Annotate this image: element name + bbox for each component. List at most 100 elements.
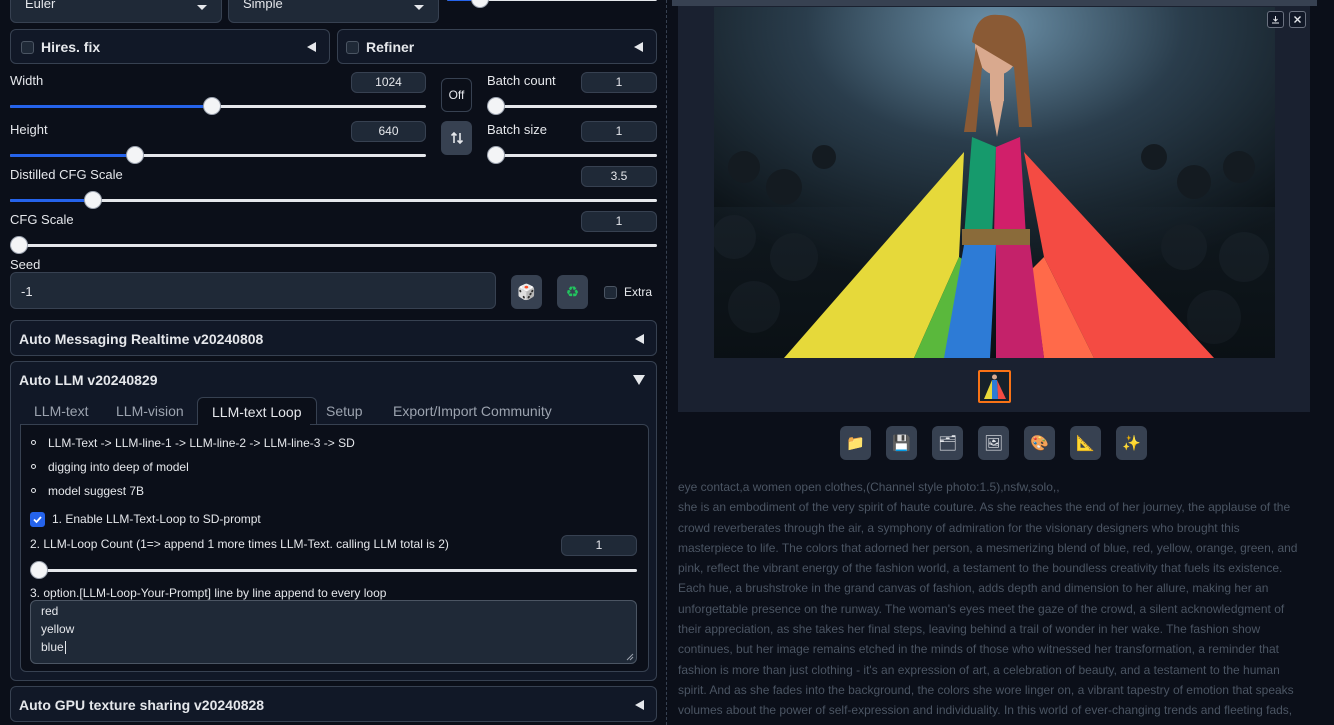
tab-llm-text[interactable]: LLM-text bbox=[20, 397, 102, 425]
download-icon bbox=[1272, 16, 1279, 24]
loop-count-input[interactable]: 1 bbox=[561, 535, 637, 556]
collapse-arrow-icon bbox=[635, 334, 644, 344]
extra-seed-checkbox[interactable] bbox=[604, 286, 617, 299]
loop-count-slider-thumb[interactable] bbox=[30, 561, 48, 579]
extra-seed-label: Extra bbox=[624, 285, 653, 299]
batch-count-input[interactable]: 1 bbox=[581, 72, 657, 93]
cfg-label: CFG Scale bbox=[10, 212, 74, 227]
download-button[interactable] bbox=[1267, 11, 1284, 28]
upscale-button[interactable]: ✨ bbox=[1116, 426, 1147, 460]
height-slider[interactable] bbox=[10, 146, 426, 164]
seed-input[interactable]: -1 bbox=[10, 272, 496, 309]
collapse-arrow-icon bbox=[634, 42, 643, 52]
off-toggle-button[interactable]: Off bbox=[441, 78, 472, 112]
loop-count-slider[interactable] bbox=[30, 561, 637, 579]
width-label: Width bbox=[10, 73, 44, 88]
close-icon bbox=[1294, 16, 1301, 23]
batch-size-slider[interactable] bbox=[487, 146, 657, 164]
height-label: Height bbox=[10, 122, 48, 137]
thumbnail-image bbox=[980, 372, 1009, 401]
reuse-seed-button[interactable]: ♻ bbox=[557, 275, 588, 309]
schedule-select[interactable]: Simple bbox=[228, 0, 439, 23]
random-seed-button[interactable]: 🎲 bbox=[511, 275, 542, 309]
batch-count-label: Batch count bbox=[487, 73, 556, 88]
swap-dimensions-button[interactable] bbox=[441, 121, 472, 155]
chevron-down-icon bbox=[197, 5, 207, 10]
refiner-accordion[interactable]: Refiner bbox=[337, 29, 657, 64]
distilled-cfg-input[interactable]: 3.5 bbox=[581, 166, 657, 187]
prompt-line-3: blue bbox=[41, 640, 64, 654]
loop-info-line-2: digging into deep of model bbox=[48, 460, 189, 474]
folder-icon: 📁 bbox=[846, 435, 865, 452]
auto-messaging-title: Auto Messaging Realtime v20240808 bbox=[19, 331, 264, 347]
palette-icon: 🎨 bbox=[1030, 435, 1049, 452]
hires-fix-checkbox[interactable] bbox=[21, 41, 34, 54]
auto-messaging-accordion[interactable]: Auto Messaging Realtime v20240808 bbox=[10, 320, 657, 356]
close-image-button[interactable] bbox=[1289, 11, 1306, 28]
hires-fix-accordion[interactable]: Hires. fix bbox=[10, 29, 330, 64]
height-input[interactable]: 640 bbox=[351, 121, 426, 142]
runway-image bbox=[714, 7, 1275, 358]
auto-gpu-title: Auto GPU texture sharing v20240828 bbox=[19, 697, 265, 713]
send-to-extras-button[interactable]: 📐 bbox=[1070, 426, 1101, 460]
sampler-value: Euler bbox=[25, 0, 56, 11]
width-slider-thumb[interactable] bbox=[203, 97, 221, 115]
checkmark-icon bbox=[33, 516, 42, 524]
resize-grip-icon[interactable] bbox=[626, 653, 634, 661]
zip-icon: 🗂 bbox=[937, 435, 958, 452]
active-tab-joiner bbox=[198, 423, 310, 425]
loop-info-line-3: model suggest 7B bbox=[48, 484, 145, 498]
steps-slider-thumb[interactable] bbox=[471, 0, 489, 8]
refiner-label: Refiner bbox=[366, 39, 415, 55]
batch-count-slider[interactable] bbox=[487, 97, 657, 115]
send-to-inpaint-button[interactable]: 🎨 bbox=[1024, 426, 1055, 460]
cfg-input[interactable]: 1 bbox=[581, 211, 657, 232]
generation-info: eye contact,a women open clothes,(Channe… bbox=[678, 477, 1308, 725]
width-slider[interactable] bbox=[10, 97, 426, 115]
batch-size-label: Batch size bbox=[487, 122, 547, 137]
distilled-cfg-slider-thumb[interactable] bbox=[84, 191, 102, 209]
loop-count-label: 2. LLM-Loop Count (1=> append 1 more tim… bbox=[30, 537, 449, 551]
open-folder-button[interactable]: 📁 bbox=[840, 426, 871, 460]
send-to-img2img-button[interactable]: 🖼 bbox=[978, 426, 1009, 460]
expand-arrow-icon[interactable] bbox=[633, 375, 645, 385]
save-button[interactable]: 💾 bbox=[886, 426, 917, 460]
gallery-thumbnail[interactable] bbox=[978, 370, 1011, 403]
refiner-checkbox[interactable] bbox=[346, 41, 359, 54]
batch-size-slider-thumb[interactable] bbox=[487, 146, 505, 164]
auto-llm-title[interactable]: Auto LLM v20240829 bbox=[19, 372, 158, 388]
batch-size-input[interactable]: 1 bbox=[581, 121, 657, 142]
bullet-icon bbox=[31, 464, 36, 469]
generated-image[interactable] bbox=[714, 7, 1275, 358]
collapse-arrow-icon bbox=[307, 42, 316, 52]
enable-llm-loop-checkbox[interactable] bbox=[30, 512, 45, 527]
auto-gpu-accordion[interactable]: Auto GPU texture sharing v20240828 bbox=[10, 686, 657, 722]
swap-arrows-icon bbox=[450, 131, 463, 145]
loop-info-line-1: LLM-Text -> LLM-line-1 -> LLM-line-2 -> … bbox=[48, 436, 355, 450]
description-text: she is an embodiment of the very spirit … bbox=[678, 500, 1298, 725]
tab-llm-vision[interactable]: LLM-vision bbox=[102, 397, 198, 425]
cfg-slider-thumb[interactable] bbox=[10, 236, 28, 254]
batch-count-slider-thumb[interactable] bbox=[487, 97, 505, 115]
text-cursor bbox=[64, 640, 66, 654]
height-slider-thumb[interactable] bbox=[126, 146, 144, 164]
width-input[interactable]: 1024 bbox=[351, 72, 426, 93]
sampler-select[interactable]: Euler bbox=[10, 0, 222, 23]
distilled-cfg-slider[interactable] bbox=[10, 191, 657, 209]
tab-setup[interactable]: Setup bbox=[312, 397, 377, 425]
height-slider-fill bbox=[10, 154, 135, 157]
zip-button[interactable]: 🗂 bbox=[932, 426, 963, 460]
cfg-slider[interactable] bbox=[10, 236, 657, 254]
schedule-value: Simple bbox=[243, 0, 283, 11]
bullet-icon bbox=[31, 488, 36, 493]
image-icon: 🖼 bbox=[983, 435, 1004, 452]
chevron-down-icon bbox=[414, 5, 424, 10]
loop-prompt-textarea[interactable]: red yellow blue bbox=[30, 600, 637, 664]
tab-llm-text-loop[interactable]: LLM-text Loop bbox=[197, 397, 317, 425]
collapse-arrow-icon bbox=[635, 700, 644, 710]
tab-export-import[interactable]: Export/Import Community bbox=[379, 397, 566, 425]
sparkle-icon: ✨ bbox=[1122, 435, 1141, 452]
steps-slider[interactable] bbox=[447, 0, 657, 8]
column-divider[interactable] bbox=[666, 0, 667, 725]
loop-prompt-label: 3. option.[LLM-Loop-Your-Prompt] line by… bbox=[30, 586, 387, 600]
